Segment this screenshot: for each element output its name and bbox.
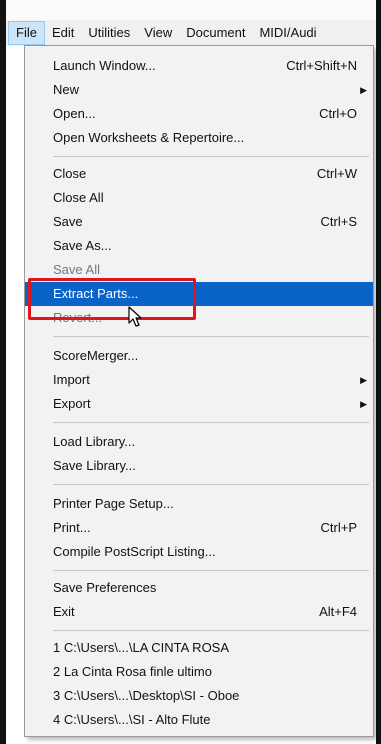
- menu-midi-audio[interactable]: MIDI/Audi: [252, 21, 323, 45]
- menu-item-recent-file-4[interactable]: 4 C:\Users\...\SI - Alto Flute: [25, 708, 373, 732]
- menu-item-label: 3 C:\Users\...\Desktop\SI - Oboe: [53, 688, 240, 703]
- menu-item-import[interactable]: Import ▶: [25, 368, 373, 392]
- menu-item-label: Save Preferences: [53, 580, 157, 595]
- menu-item-label: 2 La Cinta Rosa finle ultimo: [53, 664, 212, 679]
- menu-separator: [53, 630, 369, 631]
- menu-item-label: Open Worksheets & Repertoire...: [53, 130, 245, 145]
- screen-border-right: [376, 0, 381, 744]
- menu-item-shortcut: Alt+F4: [319, 604, 357, 619]
- menu-item-shortcut: Ctrl+O: [319, 106, 357, 121]
- menu-item-label: New: [53, 82, 80, 97]
- menu-item-label: 1 C:\Users\...\LA CINTA ROSA: [53, 640, 230, 655]
- menu-item-close[interactable]: Close Ctrl+W: [25, 162, 373, 186]
- menu-item-label: Open...: [53, 106, 96, 121]
- submenu-arrow-icon: ▶: [360, 399, 367, 409]
- menu-item-shortcut: Ctrl+Shift+N: [286, 58, 357, 73]
- menu-item-label: Print...: [53, 520, 91, 535]
- menu-item-label: Close: [53, 166, 87, 181]
- menu-item-exit[interactable]: Exit Alt+F4: [25, 600, 373, 624]
- menu-item-label: Exit: [53, 604, 75, 619]
- menu-item-label: Export: [53, 396, 91, 411]
- menu-file[interactable]: File: [8, 21, 45, 45]
- menu-separator: [53, 570, 369, 571]
- screen-border-left: [0, 0, 6, 744]
- menu-item-label: Launch Window...: [53, 58, 156, 73]
- menu-item-label: Compile PostScript Listing...: [53, 544, 216, 559]
- menu-separator: [53, 336, 369, 337]
- menu-item-recent-file-2[interactable]: 2 La Cinta Rosa finle ultimo: [25, 660, 373, 684]
- menu-item-open[interactable]: Open... Ctrl+O: [25, 102, 373, 126]
- menu-separator: [53, 422, 369, 423]
- menu-item-shortcut: Ctrl+W: [316, 166, 357, 181]
- menu-item-shortcut: Ctrl+P: [320, 520, 357, 535]
- menu-item-print[interactable]: Print... Ctrl+P: [25, 516, 373, 540]
- menu-bar: File Edit Utilities View Document MIDI/A…: [6, 20, 376, 46]
- menu-item-label: Save As...: [53, 238, 112, 253]
- menu-item-scoremerger[interactable]: ScoreMerger...: [25, 344, 373, 368]
- menu-separator: [53, 156, 369, 157]
- menu-edit[interactable]: Edit: [45, 21, 81, 45]
- menu-item-save-as[interactable]: Save As...: [25, 234, 373, 258]
- menu-item-save-library[interactable]: Save Library...: [25, 454, 373, 478]
- menu-item-load-library[interactable]: Load Library...: [25, 430, 373, 454]
- menu-item-save-preferences[interactable]: Save Preferences: [25, 576, 373, 600]
- menu-item-save[interactable]: Save Ctrl+S: [25, 210, 373, 234]
- menu-item-recent-file-1[interactable]: 1 C:\Users\...\LA CINTA ROSA: [25, 636, 373, 660]
- menu-item-label: Save: [53, 214, 83, 229]
- menu-utilities[interactable]: Utilities: [81, 21, 137, 45]
- menu-item-label: Close All: [53, 190, 104, 205]
- submenu-arrow-icon: ▶: [360, 375, 367, 385]
- menu-item-label: Printer Page Setup...: [53, 496, 174, 511]
- menu-item-compile-postscript[interactable]: Compile PostScript Listing...: [25, 540, 373, 564]
- menu-item-label: ScoreMerger...: [53, 348, 139, 363]
- title-area: [6, 0, 376, 20]
- menu-item-export[interactable]: Export ▶: [25, 392, 373, 416]
- menu-item-printer-page-setup[interactable]: Printer Page Setup...: [25, 492, 373, 516]
- annotation-highlight-box: [28, 278, 196, 320]
- menu-item-close-all[interactable]: Close All: [25, 186, 373, 210]
- file-menu-dropdown: Launch Window... Ctrl+Shift+N New ▶ Open…: [24, 45, 374, 737]
- menu-item-label: Load Library...: [53, 434, 136, 449]
- menu-item-recent-file-3[interactable]: 3 C:\Users\...\Desktop\SI - Oboe: [25, 684, 373, 708]
- menu-separator: [53, 484, 369, 485]
- mouse-pointer-icon: [128, 306, 142, 327]
- menu-item-shortcut: Ctrl+S: [320, 214, 357, 229]
- menu-item-label: Save Library...: [53, 458, 136, 473]
- menu-view[interactable]: View: [137, 21, 179, 45]
- menu-item-label: 4 C:\Users\...\SI - Alto Flute: [53, 712, 211, 727]
- menu-document[interactable]: Document: [179, 21, 252, 45]
- menu-item-label: Import: [53, 372, 90, 387]
- menu-item-launch-window[interactable]: Launch Window... Ctrl+Shift+N: [25, 54, 373, 78]
- submenu-arrow-icon: ▶: [360, 85, 367, 95]
- menu-item-new[interactable]: New ▶: [25, 78, 373, 102]
- menu-item-open-worksheets[interactable]: Open Worksheets & Repertoire...: [25, 126, 373, 150]
